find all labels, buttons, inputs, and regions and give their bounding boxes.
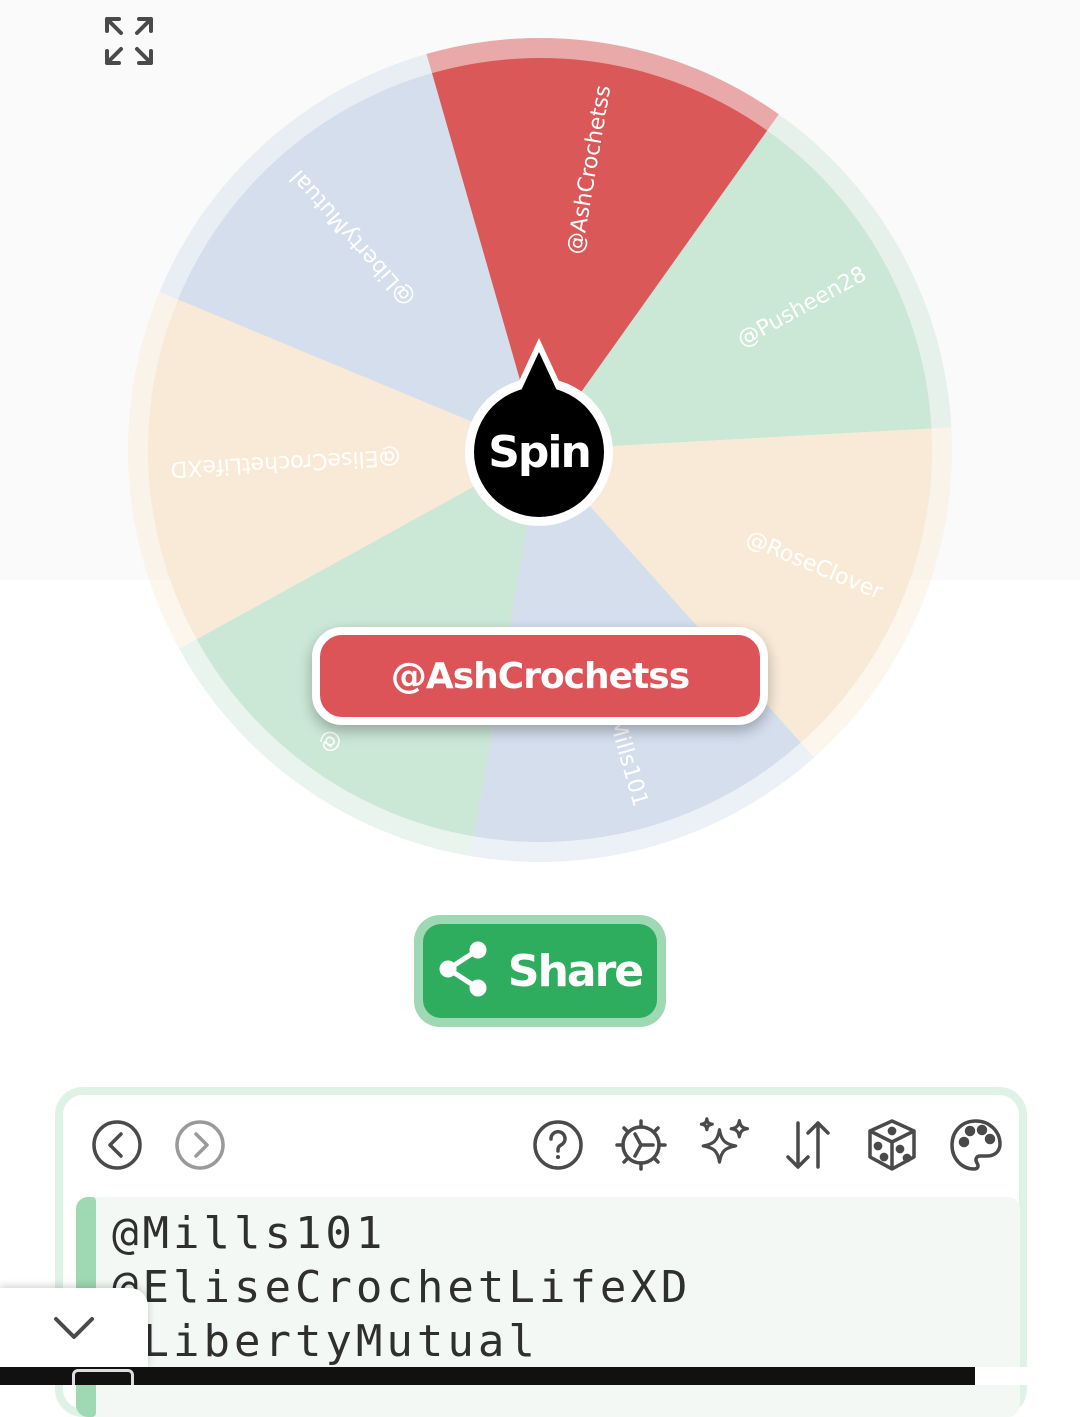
result-banner: @AshCrochetss — [312, 627, 768, 725]
collapse-button[interactable] — [0, 1288, 148, 1368]
share-label: Share — [507, 945, 644, 997]
forward-icon[interactable] — [172, 1117, 228, 1173]
entry-line: @Mills101 — [112, 1208, 387, 1259]
help-icon[interactable] — [530, 1117, 586, 1173]
back-icon[interactable] — [89, 1117, 145, 1173]
dice-icon[interactable] — [864, 1117, 920, 1173]
spin-label: Spin — [488, 427, 590, 478]
sparkles-icon[interactable] — [696, 1117, 752, 1173]
settings-icon[interactable] — [613, 1117, 669, 1173]
result-text: @AshCrochetss — [390, 655, 690, 697]
chevron-down-icon — [54, 1317, 94, 1339]
palette-icon[interactable] — [948, 1117, 1004, 1173]
share-button[interactable]: Share — [414, 915, 666, 1027]
entry-line: @EliseCrochetLifeXD — [112, 1262, 692, 1313]
share-icon — [438, 940, 490, 1002]
ad-banner[interactable] — [0, 1367, 1080, 1385]
spin-wheel[interactable]: @AshCrochetss@Pusheen28@RoseClover@Mills… — [0, 0, 1080, 880]
sort-icon[interactable] — [780, 1117, 836, 1173]
entry-line: @LibertyMutual — [112, 1316, 539, 1367]
